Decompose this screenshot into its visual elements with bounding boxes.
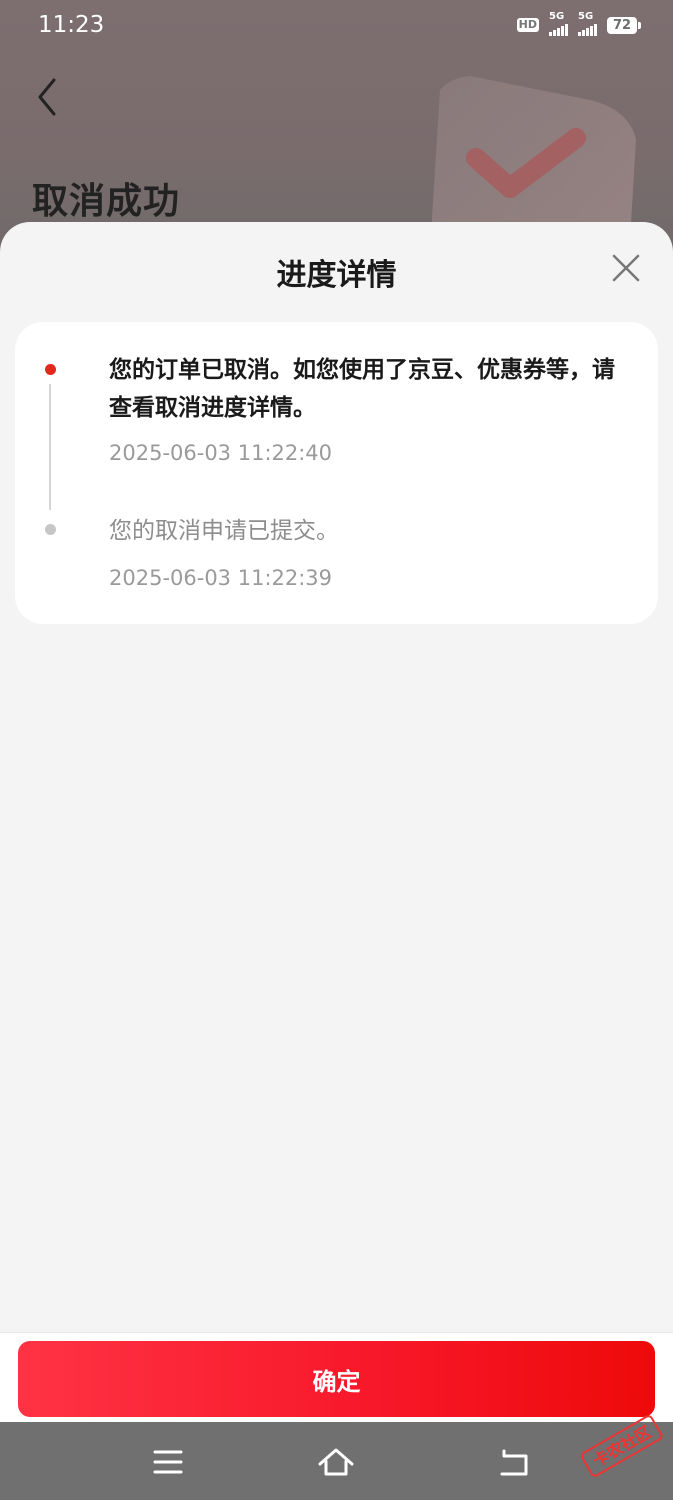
- status-time: 11:23: [38, 12, 105, 38]
- menu-icon: [153, 1450, 183, 1474]
- timeline-event-time: 2025-06-03 11:22:40: [109, 441, 333, 465]
- timeline-dot-past: [45, 524, 56, 535]
- progress-timeline-card: 您的订单已取消。如您使用了京豆、优惠券等，请查看取消进度详情。 2025-06-…: [15, 322, 658, 624]
- svg-text:卡农社区: 卡农社区: [590, 1422, 655, 1470]
- close-button[interactable]: [606, 248, 646, 288]
- hd-icon: HD: [516, 18, 539, 32]
- nav-menu-button[interactable]: [148, 1442, 188, 1482]
- nav-home-button[interactable]: [316, 1442, 356, 1482]
- signal-icon-1: 5G: [549, 11, 568, 36]
- confirm-button[interactable]: 确定: [18, 1341, 655, 1417]
- timeline-event-time: 2025-06-03 11:22:39: [109, 566, 333, 590]
- signal-icon-2: 5G: [578, 11, 597, 36]
- watermark-logo: 卡农社区: [581, 1415, 663, 1477]
- status-icons: HD 5G 5G 72: [516, 11, 641, 36]
- page-title: 取消成功: [32, 181, 181, 222]
- battery-icon: 72: [607, 16, 641, 34]
- back-icon: [500, 1449, 528, 1476]
- home-icon: [318, 1448, 354, 1476]
- back-button[interactable]: [30, 74, 66, 120]
- close-icon: [612, 254, 640, 282]
- timeline-dot-current: [45, 364, 56, 375]
- timeline-event-text: 您的订单已取消。如您使用了京豆、优惠券等，请查看取消进度详情。: [109, 357, 615, 421]
- progress-detail-sheet: 进度详情 您的订单已取消。如您使用了京豆、优惠券等，请查看取消进度详情。 202…: [0, 222, 673, 1422]
- background-page: 11:23 HD 5G 5G 72 取消成功: [0, 0, 673, 260]
- timeline-event-text: 您的取消申请已提交。: [109, 518, 339, 544]
- timeline-line: [49, 384, 51, 510]
- nav-back-button[interactable]: [494, 1442, 534, 1482]
- status-bar: 11:23 HD 5G 5G 72: [0, 0, 673, 52]
- chevron-left-icon: [38, 78, 56, 116]
- sheet-title: 进度详情: [276, 258, 397, 293]
